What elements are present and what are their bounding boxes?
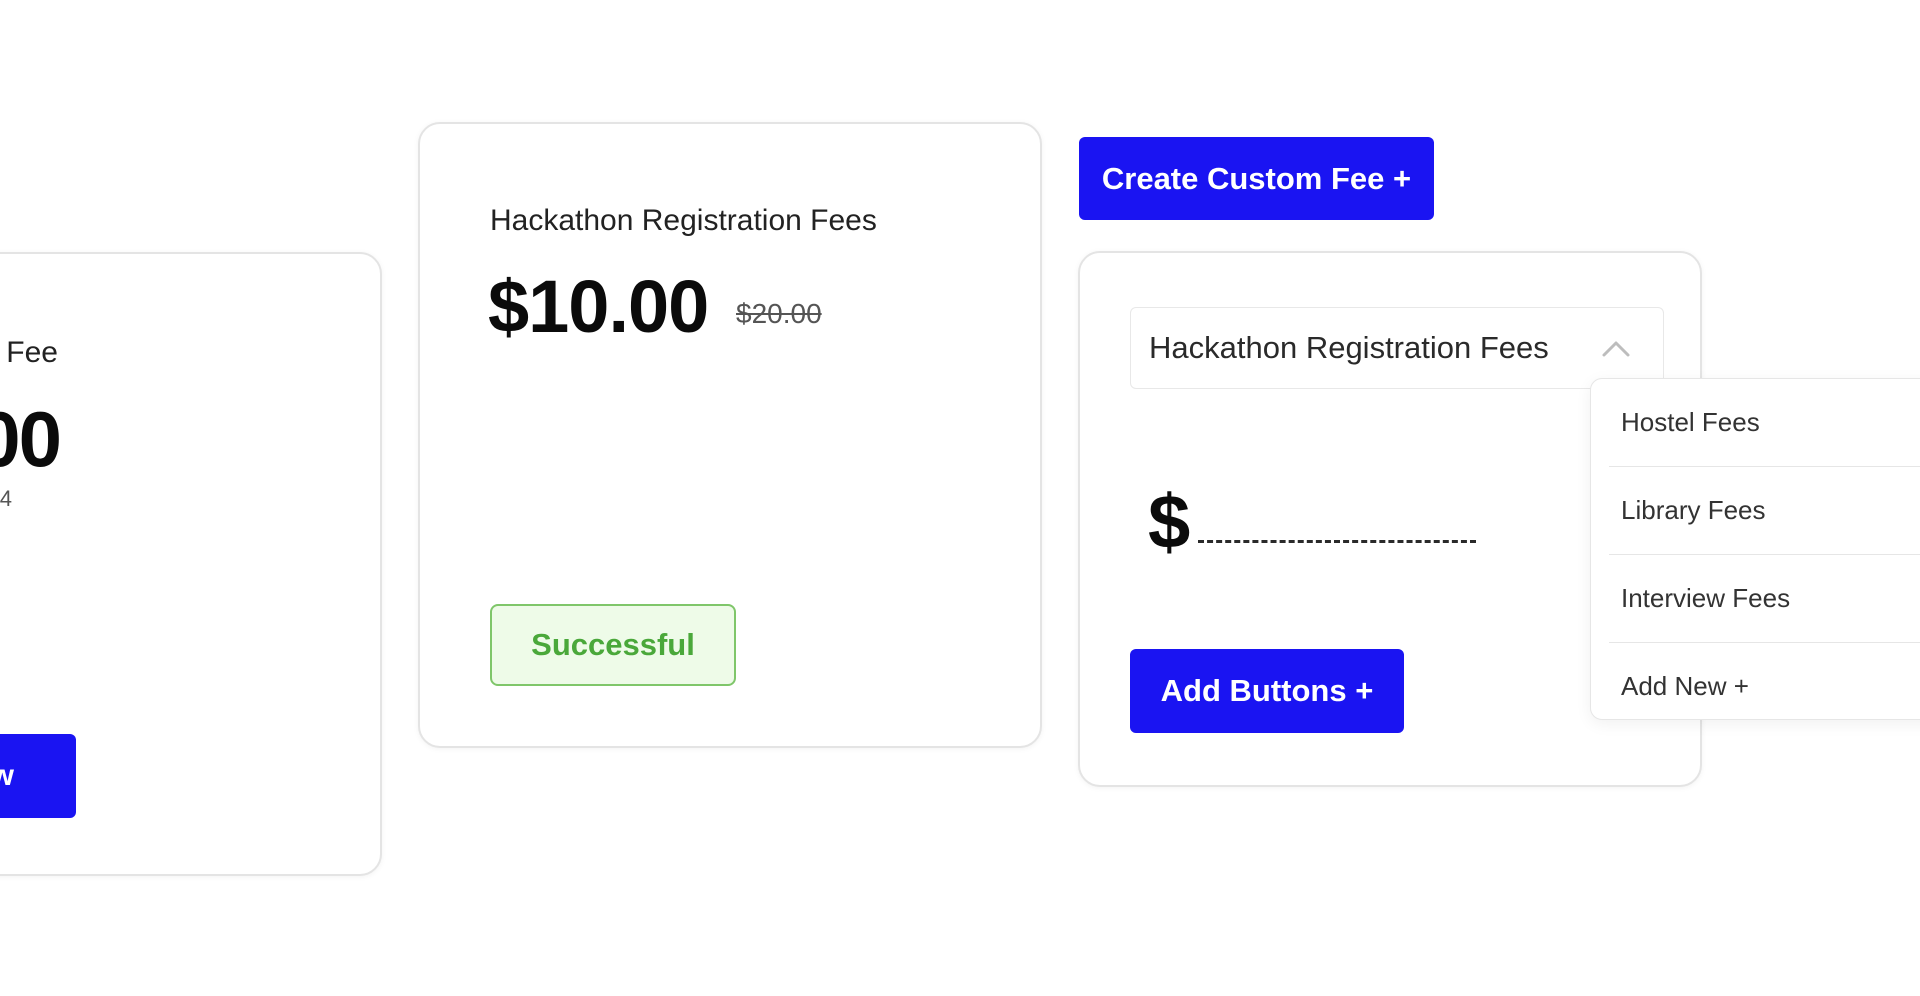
fee-card-price: 00 bbox=[0, 395, 62, 483]
fee-card-left: Fee 00 4 w bbox=[0, 252, 382, 876]
fee-card-hackathon: Hackathon Registration Fees $10.00 $20.0… bbox=[418, 122, 1042, 748]
add-buttons-button[interactable]: Add Buttons + bbox=[1130, 649, 1404, 733]
fee-card-original-price: $20.00 bbox=[736, 298, 822, 329]
fee-type-select[interactable]: Hackathon Registration Fees bbox=[1130, 307, 1664, 389]
canvas: Fee 00 4 w Hackathon Registration Fees $… bbox=[0, 0, 1920, 996]
fee-type-select-value: Hackathon Registration Fees bbox=[1149, 330, 1549, 365]
dropdown-item-library-fees[interactable]: Library Fees bbox=[1609, 467, 1920, 555]
fee-type-dropdown-menu: Hostel Fees Library Fees Interview Fees … bbox=[1590, 378, 1920, 720]
dropdown-item-interview-fees[interactable]: Interview Fees bbox=[1609, 555, 1920, 643]
fee-card-subtext: 4 bbox=[0, 486, 12, 511]
fee-card-price: $10.00 bbox=[488, 265, 709, 348]
dropdown-item-hostel-fees[interactable]: Hostel Fees bbox=[1609, 379, 1920, 467]
fee-card-title: Fee bbox=[6, 336, 58, 369]
fee-card-action-button[interactable]: w bbox=[0, 734, 76, 818]
chevron-up-icon[interactable] bbox=[1601, 336, 1631, 360]
status-badge: Successful bbox=[490, 604, 736, 686]
amount-input[interactable] bbox=[1198, 540, 1476, 543]
fee-card-title: Hackathon Registration Fees bbox=[490, 204, 877, 237]
dropdown-item-add-new[interactable]: Add New + bbox=[1609, 643, 1920, 719]
currency-symbol: $ bbox=[1148, 480, 1191, 565]
create-custom-fee-button[interactable]: Create Custom Fee + bbox=[1079, 137, 1434, 220]
